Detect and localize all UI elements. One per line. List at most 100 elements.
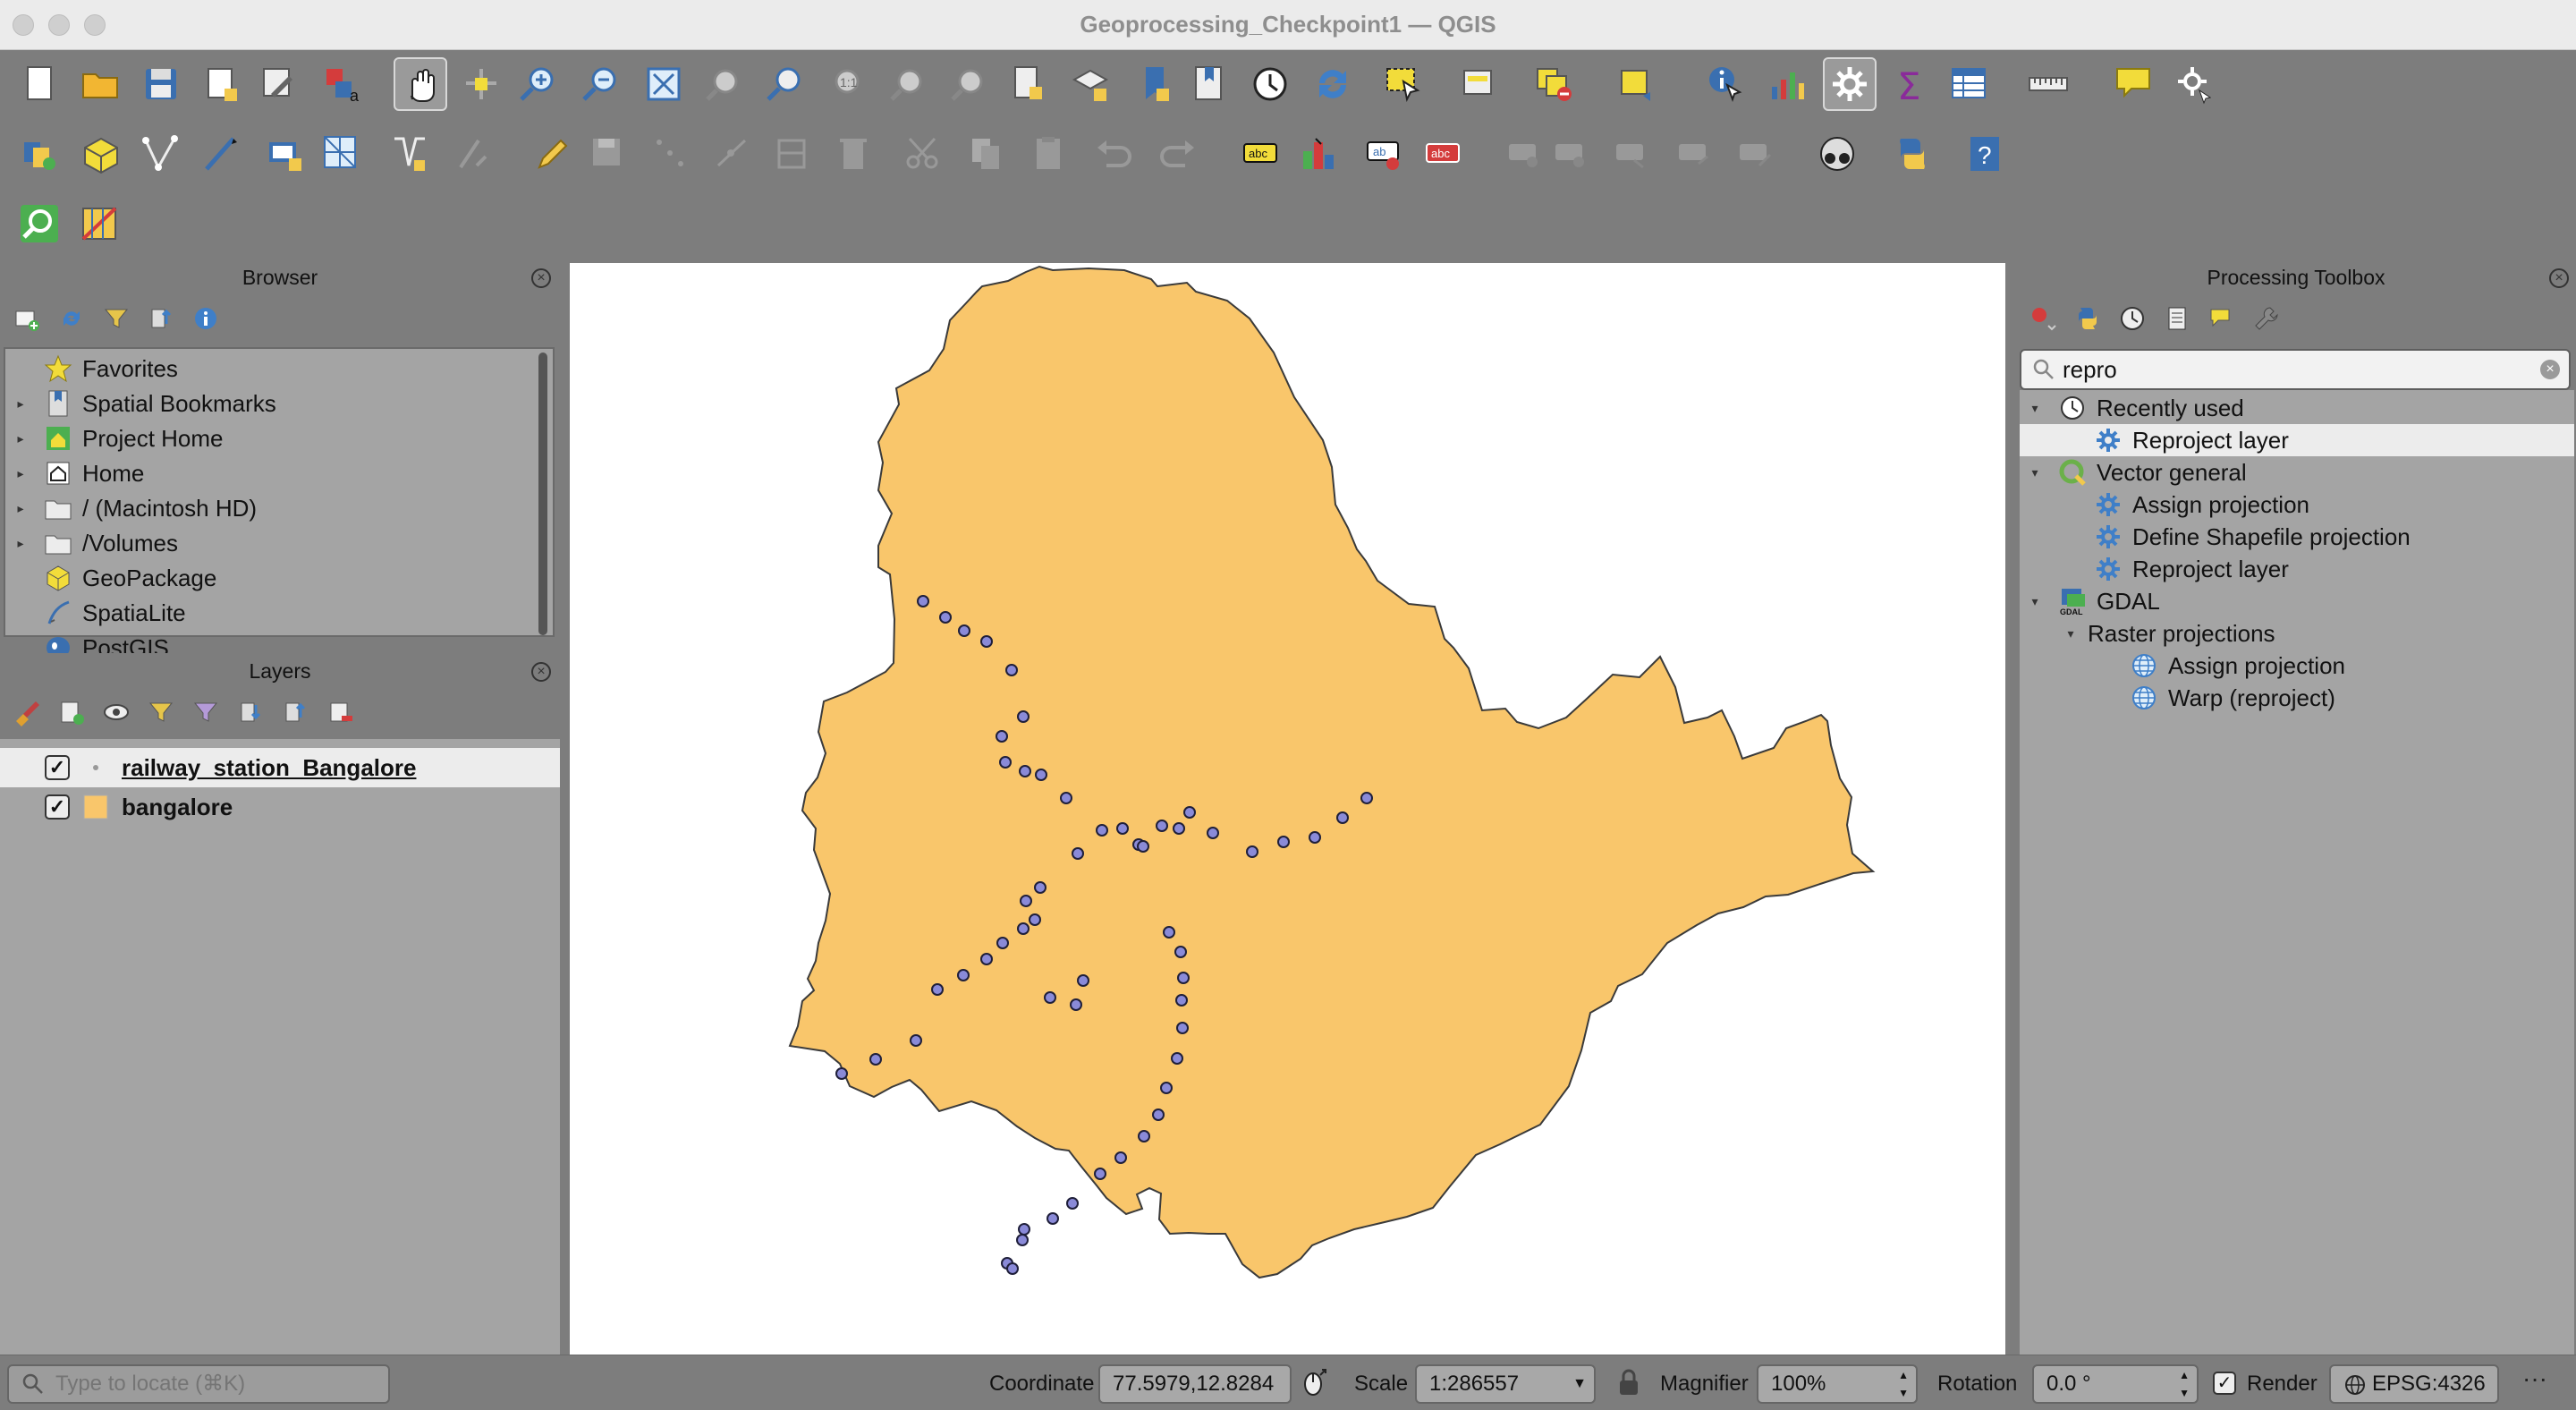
processing-algorithm[interactable]: Reproject layer (2020, 424, 2574, 456)
railway-station-point[interactable] (1019, 765, 1031, 777)
railway-station-point[interactable] (869, 1053, 882, 1066)
chevron-down-icon[interactable]: ▾ (2025, 465, 2045, 480)
paste-button[interactable] (1023, 127, 1077, 181)
coordinate-input[interactable] (1113, 1372, 1290, 1397)
zoom-to-layer-button[interactable] (758, 57, 812, 111)
zoom-last-button[interactable] (882, 57, 936, 111)
models-icon[interactable] (2027, 302, 2059, 335)
layer-visibility-checkbox[interactable]: ✓ (45, 755, 70, 780)
new-3d-map-button[interactable] (1064, 57, 1118, 111)
help-button[interactable]: ? (1959, 127, 2012, 181)
style-manager-button[interactable] (252, 57, 306, 111)
refresh-button[interactable] (1306, 57, 1360, 111)
diagram-button[interactable] (1293, 127, 1347, 181)
railway-station-point[interactable] (1034, 881, 1046, 894)
collapse-all-icon[interactable] (279, 696, 311, 728)
railway-station-point[interactable] (1116, 822, 1129, 835)
railway-station-point[interactable] (1046, 1212, 1059, 1225)
results-viewer-icon[interactable] (2161, 302, 2193, 335)
select-features-button[interactable] (1377, 57, 1431, 111)
railway-station-point[interactable] (1156, 820, 1168, 832)
layer-item[interactable]: ✓ bangalore (0, 787, 560, 827)
railway-station-point[interactable] (1016, 1234, 1029, 1246)
filter-legend-icon[interactable] (145, 696, 177, 728)
options-wrench-icon[interactable] (2250, 302, 2283, 335)
railway-station-point[interactable] (980, 953, 993, 965)
pan-map-button[interactable] (394, 57, 447, 111)
browser-item-macintosh-hd[interactable]: ▸ / (Macintosh HD) (5, 492, 553, 524)
railway-station-point[interactable] (1017, 710, 1030, 723)
map-tips-button[interactable] (2107, 57, 2161, 111)
zoom-in-button[interactable] (512, 57, 565, 111)
expand-arrow-icon[interactable]: ▸ (11, 396, 30, 412)
layer-item[interactable]: ✓ railway_station_Bangalore (0, 748, 560, 787)
railway-station-point[interactable] (1277, 836, 1290, 848)
refresh-icon[interactable] (55, 302, 88, 335)
filter-icon[interactable] (100, 302, 132, 335)
label-pin-button[interactable]: ab (1358, 127, 1411, 181)
close-icon[interactable]: × (2549, 268, 2569, 288)
processing-algorithm[interactable]: Warp (reproject) (2020, 682, 2574, 714)
text-annotation-button[interactable]: a (317, 57, 370, 111)
railway-station-point[interactable] (1152, 1108, 1165, 1121)
label-show-button[interactable] (1669, 127, 1723, 181)
save-edits-button[interactable] (581, 127, 635, 181)
railway-station-point[interactable] (996, 730, 1008, 743)
add-layer-button[interactable] (258, 127, 311, 181)
zoom-to-selection-button[interactable] (698, 57, 751, 111)
identify-button[interactable] (1699, 57, 1753, 111)
info-icon[interactable] (190, 302, 222, 335)
move-button[interactable] (644, 127, 698, 181)
expand-arrow-icon[interactable]: ▸ (11, 536, 30, 551)
map-canvas[interactable] (570, 263, 2005, 1355)
attribute-table-button[interactable] (1943, 57, 1996, 111)
railway-station-point[interactable] (1070, 998, 1082, 1011)
clear-search-icon[interactable]: × (2540, 360, 2560, 379)
edit-features-in-place-icon[interactable] (2206, 302, 2238, 335)
label-button[interactable]: abc (1234, 127, 1288, 181)
processing-group[interactable]: ▾ Recently used (2020, 392, 2574, 424)
messages-icon[interactable]: ··· (2515, 1363, 2555, 1402)
pencil-button[interactable] (526, 127, 580, 181)
processing-search-input[interactable] (2063, 355, 2540, 384)
map-svg[interactable] (570, 263, 2005, 1355)
close-icon[interactable]: × (531, 268, 551, 288)
processing-toolbox-button[interactable] (1823, 57, 1877, 111)
railway-station-point[interactable] (996, 937, 1009, 949)
railway-station-point[interactable] (1094, 1168, 1106, 1180)
pan-to-selection-button[interactable] (454, 57, 508, 111)
railway-station-point[interactable] (1176, 1022, 1189, 1034)
new-bookmark-button[interactable] (1129, 57, 1182, 111)
cut-button[interactable] (898, 127, 952, 181)
attribute-table-select-button[interactable] (1453, 57, 1506, 111)
railway-station-point[interactable] (1006, 1262, 1019, 1275)
layer-visibility-checkbox[interactable]: ✓ (45, 794, 70, 820)
railway-station-point[interactable] (910, 1034, 922, 1047)
railway-station-point[interactable] (1177, 972, 1190, 984)
railway-station-point[interactable] (1246, 845, 1258, 858)
deselect-button[interactable] (1528, 57, 1581, 111)
add-group-icon[interactable] (55, 696, 88, 728)
label-edit-button[interactable] (1730, 127, 1784, 181)
data-source-manager-button[interactable] (13, 127, 66, 181)
railway-station-point[interactable] (1114, 1151, 1127, 1164)
railway-station-point[interactable] (1072, 847, 1084, 860)
digitize-button[interactable] (134, 127, 188, 181)
label-highlight-button[interactable]: abc (1417, 127, 1470, 181)
railway-station-point[interactable] (1171, 1052, 1183, 1065)
chevron-down-icon[interactable]: ▾ (2025, 594, 2045, 609)
render-checkbox[interactable]: ✓ (2213, 1372, 2236, 1395)
browser-item-home[interactable]: ▸ Home (5, 457, 553, 489)
processing-algorithm[interactable]: Reproject layer (2020, 553, 2574, 585)
new-project-button[interactable] (13, 57, 66, 111)
python-button[interactable] (1885, 127, 1939, 181)
save-project-button[interactable] (134, 57, 188, 111)
browser-item-spatialite[interactable]: SpatiaLite (5, 597, 553, 629)
open-project-button[interactable] (73, 57, 127, 111)
redo-button[interactable] (1152, 127, 1206, 181)
railway-station-point[interactable] (1174, 946, 1187, 958)
railway-station-point[interactable] (931, 983, 944, 996)
railway-station-point[interactable] (1360, 792, 1373, 804)
railway-station-point[interactable] (1044, 991, 1056, 1004)
browser-item-geopackage[interactable]: GeoPackage (5, 562, 553, 594)
